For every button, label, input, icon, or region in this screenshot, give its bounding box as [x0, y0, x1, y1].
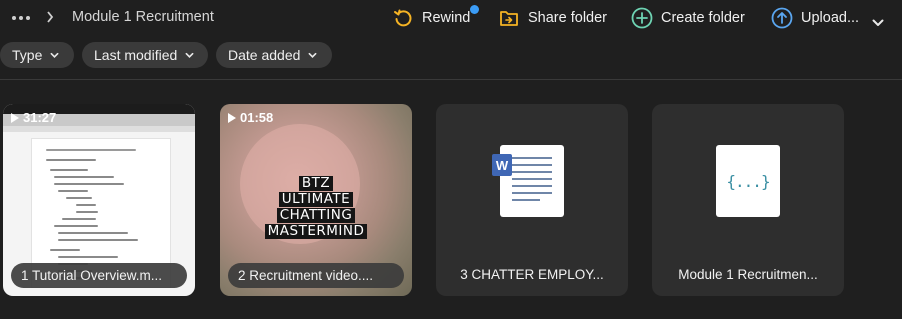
breadcrumb-current: Module 1 Recruitment [72, 9, 214, 25]
share-folder-button[interactable]: Share folder [498, 6, 607, 30]
rewind-icon [392, 7, 414, 29]
create-folder-label: Create folder [661, 10, 745, 26]
rewind-label: Rewind [422, 10, 471, 26]
filter-date-added[interactable]: Date added [216, 42, 332, 68]
upload-label: Upload... [801, 10, 860, 26]
file-card-module-1-recruitment[interactable]: {...} Module 1 Recruitmen... [652, 104, 844, 296]
top-bar: Module 1 Recruitment Rewind Share folder [0, 0, 902, 36]
upload-dropdown-chevron-icon[interactable] [872, 14, 884, 26]
file-card-recruitment-video[interactable]: BTZ ULTIMATE CHATTING MASTERMIND 01:58 2… [220, 104, 412, 296]
more-options-icon[interactable] [12, 10, 34, 26]
upload-button[interactable]: Upload... [771, 6, 859, 30]
rewind-button[interactable]: Rewind [392, 6, 470, 30]
upload-icon [771, 7, 793, 29]
filter-type[interactable]: Type [0, 42, 74, 68]
json-file-icon: {...} [716, 145, 780, 217]
thumbnail-title: BTZ ULTIMATE CHATTING MASTERMIND [220, 176, 412, 239]
file-card-chatter-employ[interactable]: W 3 CHATTER EMPLOY... [436, 104, 628, 296]
plus-circle-icon [631, 7, 653, 29]
file-name: 3 CHATTER EMPLOY... [460, 267, 604, 282]
filter-type-label: Type [12, 47, 43, 63]
file-name: 1 Tutorial Overview.m... [21, 268, 163, 283]
breadcrumb-chevron-icon [46, 11, 54, 26]
create-folder-button[interactable]: Create folder [631, 6, 745, 30]
filter-date-added-label: Date added [228, 47, 301, 63]
divider [0, 79, 902, 80]
share-folder-icon [498, 7, 520, 29]
video-duration: 01:58 [228, 110, 273, 125]
filter-last-modified-label: Last modified [94, 47, 178, 63]
chevron-down-icon [50, 52, 59, 58]
notification-dot [470, 5, 479, 14]
file-name: Module 1 Recruitmen... [678, 267, 818, 282]
file-name-pill: 1 Tutorial Overview.m... [11, 263, 187, 288]
chevron-down-icon [308, 52, 317, 58]
file-name-pill: 2 Recruitment video.... [228, 263, 404, 288]
file-card-tutorial-overview[interactable]: 31:27 1 Tutorial Overview.m... [3, 104, 195, 296]
video-duration: 31:27 [11, 110, 56, 125]
file-name: 2 Recruitment video.... [238, 268, 374, 283]
chevron-down-icon [185, 52, 194, 58]
play-icon [228, 112, 236, 123]
filter-last-modified[interactable]: Last modified [82, 42, 208, 68]
play-icon [11, 112, 19, 123]
word-badge-icon: W [492, 154, 512, 176]
share-folder-label: Share folder [528, 10, 607, 26]
